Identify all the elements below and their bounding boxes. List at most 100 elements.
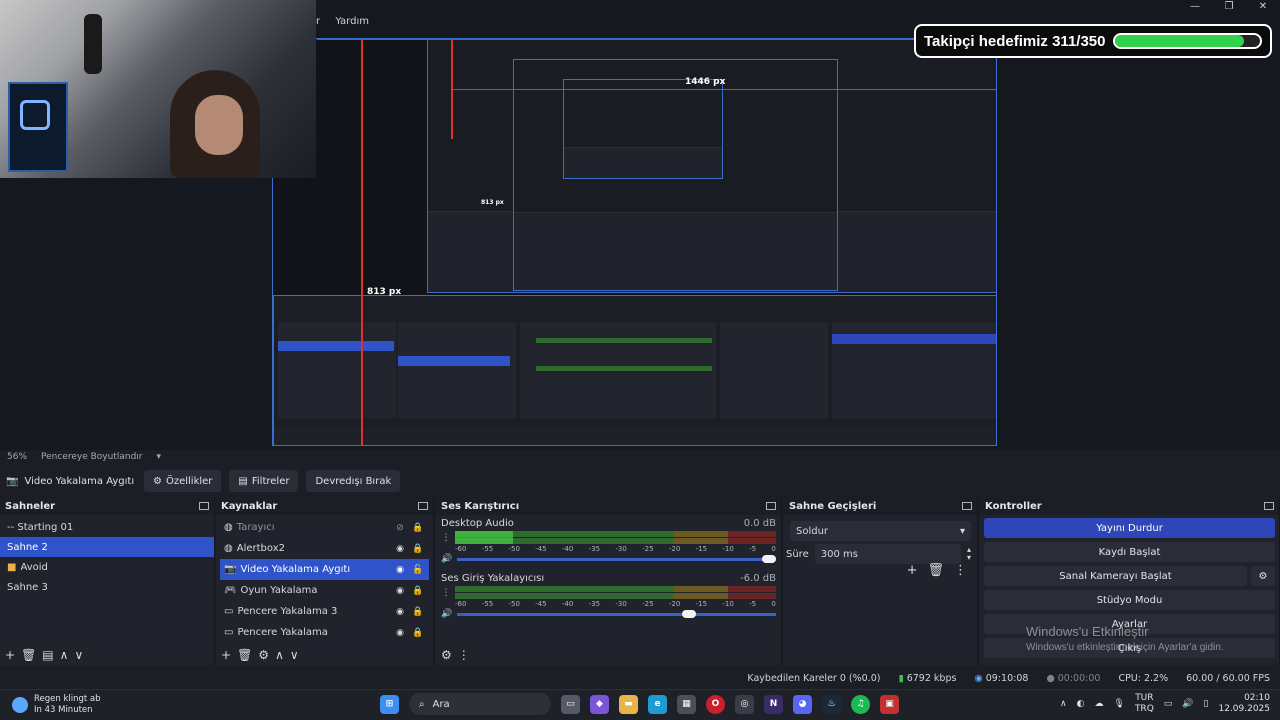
app-icon[interactable]: ▣ [880,694,899,714]
menu-help[interactable]: Yardım [335,16,369,27]
cloud-icon[interactable]: ☁ [1095,699,1104,709]
advanced-audio-icon[interactable]: ⚙ [441,648,452,662]
move-down-button[interactable]: ∨ [74,648,83,662]
source-item[interactable]: ▭ Pencere Yakalama 3 ◉ 🔒 [220,601,429,622]
chevron-up-icon[interactable]: ∧ [1060,699,1067,709]
scene-item[interactable]: ■ Avoid [0,557,214,577]
display-icon[interactable]: ▭ [1164,699,1173,709]
lock-icon[interactable]: 🔒 [411,607,425,617]
volume-slider[interactable] [457,554,776,563]
transition-menu-icon[interactable]: ⋮ [954,563,967,578]
move-up-button[interactable]: ∧ [275,648,284,662]
lock-icon[interactable]: 🔒 [411,523,425,533]
speaker-icon[interactable]: 🔊 [441,554,452,564]
source-label: Pencere Yakalama 3 [237,606,338,617]
source-item[interactable]: 📷 Video Yakalama Aygıtı ◉ 🔓 [220,559,429,580]
move-down-button[interactable]: ∨ [290,648,299,662]
chevron-down-icon[interactable]: ▾ [157,452,162,464]
mixer-header: Ses Karıştırıcı [436,497,781,515]
lock-icon[interactable]: 🔒 [411,586,425,596]
scene-canvas[interactable]: 1446 px 813 px 813 px [272,38,997,446]
eye-icon[interactable]: ◉ [393,586,407,596]
channel-menu-icon[interactable]: ⋮ [441,588,451,598]
volume-slider-handle[interactable] [682,609,697,618]
mixer-menu-icon[interactable]: ⋮ [458,648,470,662]
source-item[interactable]: ◍ Tarayıcı ⊘ 🔒 [220,517,429,538]
preview-canvas[interactable]: — ❐ ✕ 1446 px 813 px 813 px r Yardım Tak… [0,0,1280,462]
taskbar-search[interactable]: ⌕ Ara [409,693,551,715]
speaker-icon[interactable]: 🔊 [441,609,452,619]
filters-button[interactable]: ▤ Filtreler [229,470,299,492]
undock-icon[interactable] [199,502,209,510]
properties-button[interactable]: ⚙ Özellikler [144,470,222,492]
undock-icon[interactable] [1264,502,1274,510]
next-icon[interactable]: N [764,694,783,714]
opera-icon[interactable]: O [706,694,725,714]
discord-icon[interactable]: ◕ [793,694,812,714]
eye-icon[interactable]: ◉ [393,565,407,575]
undock-icon[interactable] [962,502,972,510]
channel-menu-icon[interactable]: ⋮ [441,533,451,543]
language-indicator[interactable]: TUR TRQ [1135,693,1154,715]
start-icon[interactable]: ⊞ [380,694,399,714]
start-virtual-camera-button[interactable]: Sanal Kamerayı Başlat [984,566,1247,586]
transition-select[interactable]: Soldur ▾ [790,521,971,541]
studio-mode-button[interactable]: Stüdyo Modu [984,590,1275,610]
obs-icon[interactable]: ◎ [735,694,754,714]
volume-slider-handle[interactable] [762,554,776,563]
stop-stream-button[interactable]: Yayını Durdur [984,518,1275,538]
chevron-down-icon: ▾ [959,525,965,537]
follower-goal-overlay: Takipçi hedefimiz 311/350 [914,24,1272,58]
close-button[interactable]: ✕ [1246,0,1280,14]
clock[interactable]: 02:10 12.09.2025 [1218,693,1270,715]
menu-item[interactable]: r [316,16,320,27]
source-item[interactable]: 🎮 Oyun Yakalama ◉ 🔒 [220,580,429,601]
source-item[interactable]: ▭ Pencere Yakalama ◉ 🔒 [220,622,429,643]
scene-item[interactable]: -- Starting 01 [0,517,214,537]
remove-scene-button[interactable]: 🗑 [21,648,36,662]
eye-icon[interactable]: ◉ [393,607,407,617]
file-explorer-icon[interactable]: ▬ [619,694,638,714]
store-icon[interactable]: ▦ [677,694,696,714]
add-transition-button[interactable]: + [907,563,918,578]
transition-selected: Soldur [796,525,829,537]
remove-source-button[interactable]: 🗑 [237,648,252,662]
add-scene-button[interactable]: + [5,648,15,662]
deactivate-button[interactable]: Devredışı Bırak [306,470,401,492]
start-recording-button[interactable]: Kaydı Başlat [984,542,1275,562]
task-view-icon[interactable]: ▭ [561,694,580,714]
scene-item[interactable]: Sahne 2 [0,537,214,557]
scene-item[interactable]: Sahne 3 [0,577,214,597]
microphone-icon[interactable]: 🎙 [1114,699,1125,709]
eye-icon[interactable]: ◉ [393,628,407,638]
spinner-icon[interactable]: ▴ ▾ [967,546,971,562]
volume-slider[interactable] [457,609,776,618]
minimize-button[interactable]: — [1178,0,1212,14]
tray-app-icon[interactable]: ◐ [1077,699,1085,709]
gear-icon[interactable]: ⚙ [1251,566,1275,586]
move-up-button[interactable]: ∧ [60,648,69,662]
source-item[interactable]: ◍ Alertbox2 ◉ 🔒 [220,538,429,559]
lock-icon[interactable]: 🔒 [411,628,425,638]
resize-mode-select[interactable]: Pencereye Boyutlandır [41,452,142,464]
undock-icon[interactable] [766,502,776,510]
scene-filters-button[interactable]: ▤ [42,648,53,662]
duration-input[interactable]: 300 ms [814,544,961,564]
maximize-button[interactable]: ❐ [1212,0,1246,14]
weather-widget[interactable]: Regen klingt ab In 43 Minuten [12,694,101,716]
spotify-icon[interactable]: ♫ [851,694,870,714]
eye-icon[interactable]: ◉ [393,544,407,554]
unlock-icon[interactable]: 🔓 [411,565,425,575]
remove-transition-button[interactable]: 🗑 [927,563,944,578]
steam-icon[interactable]: ♨ [822,694,841,714]
lock-icon[interactable]: 🔒 [411,544,425,554]
channel-db: 0.0 dB [743,518,776,529]
eye-hidden-icon[interactable]: ⊘ [393,523,407,533]
add-source-button[interactable]: + [221,648,231,662]
edge-icon[interactable]: e [648,694,667,714]
volume-icon[interactable]: 🔊 [1182,699,1193,709]
source-properties-button[interactable]: ⚙ [258,648,269,662]
undock-icon[interactable] [418,502,428,510]
battery-icon[interactable]: ▯ [1204,699,1209,709]
copilot-icon[interactable]: ◆ [590,694,609,714]
